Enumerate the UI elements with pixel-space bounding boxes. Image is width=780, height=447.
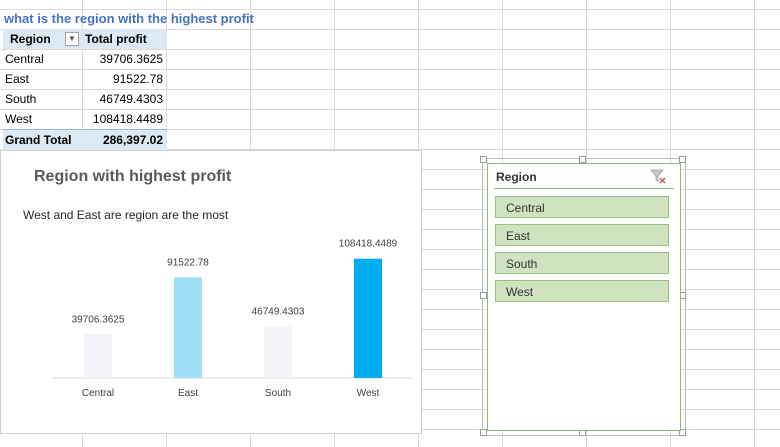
bar-east[interactable] <box>174 277 202 378</box>
profit-bar-chart[interactable]: Region with highest profit West and East… <box>0 150 422 434</box>
pivot-row-value: 91522.78 <box>112 72 163 86</box>
region-slicer[interactable]: Region Central East South West <box>487 163 681 431</box>
slicer-item-east[interactable]: East <box>495 224 669 246</box>
data-label-central: 39706.3625 <box>72 314 125 325</box>
chart-plot-area: 39706.3625 Central 91522.78 East 46749.4303 S… <box>53 239 413 399</box>
grand-total-value: 286,397.02 <box>102 133 163 147</box>
pivot-table[interactable]: Region ▼ Total profit Central 39706.3625… <box>3 29 167 150</box>
bar-central[interactable] <box>84 334 112 378</box>
pivot-row[interactable]: East 91522.78 <box>3 69 167 89</box>
slicer-title: Region <box>496 170 537 184</box>
pivot-row[interactable]: Central 39706.3625 <box>3 49 167 69</box>
pivot-row-label: East <box>5 72 30 86</box>
pivot-row-value: 108418.4489 <box>92 112 163 126</box>
pivot-header-total-profit[interactable]: Total profit <box>85 29 147 49</box>
resize-handle[interactable] <box>480 429 487 436</box>
pivot-row-value: 46749.4303 <box>99 92 163 106</box>
resize-handle[interactable] <box>480 156 487 163</box>
slicer-divider <box>494 188 674 189</box>
resize-handle[interactable] <box>579 156 586 163</box>
grand-total-label: Grand Total <box>5 133 72 147</box>
pivot-row-value: 39706.3625 <box>99 52 163 66</box>
bar-west[interactable] <box>354 258 382 378</box>
slicer-item-south[interactable]: South <box>495 252 669 274</box>
pivot-grand-total-row[interactable]: Grand Total 286,397.02 <box>3 129 167 150</box>
data-label-east: 91522.78 <box>167 257 209 268</box>
data-label-west: 108418.4489 <box>339 239 398 250</box>
pivot-row-label: South <box>5 92 37 106</box>
x-tick-label-south: South <box>265 388 291 399</box>
slicer-item-central[interactable]: Central <box>495 196 669 218</box>
clear-filter-icon[interactable] <box>650 168 666 184</box>
pivot-row[interactable]: West 108418.4489 <box>3 109 167 129</box>
resize-handle[interactable] <box>480 292 487 299</box>
pivot-row-label: Central <box>5 52 44 66</box>
pivot-row-label: West <box>5 112 33 126</box>
pivot-header-region[interactable]: Region <box>10 29 51 49</box>
x-tick-label-central: Central <box>82 388 114 399</box>
pivot-row[interactable]: South 46749.4303 <box>3 89 167 109</box>
slicer-item-west[interactable]: West <box>495 280 669 302</box>
x-tick-label-west: West <box>357 388 380 399</box>
x-tick-label-east: East <box>178 388 198 399</box>
resize-handle[interactable] <box>679 156 686 163</box>
data-label-south: 46749.4303 <box>252 307 305 318</box>
pivot-header-row: Region ▼ Total profit <box>3 29 167 49</box>
filter-dropdown-icon[interactable]: ▼ <box>65 32 79 46</box>
bar-south[interactable] <box>264 326 292 378</box>
question-cell[interactable]: what is the region with the highest prof… <box>4 9 254 29</box>
